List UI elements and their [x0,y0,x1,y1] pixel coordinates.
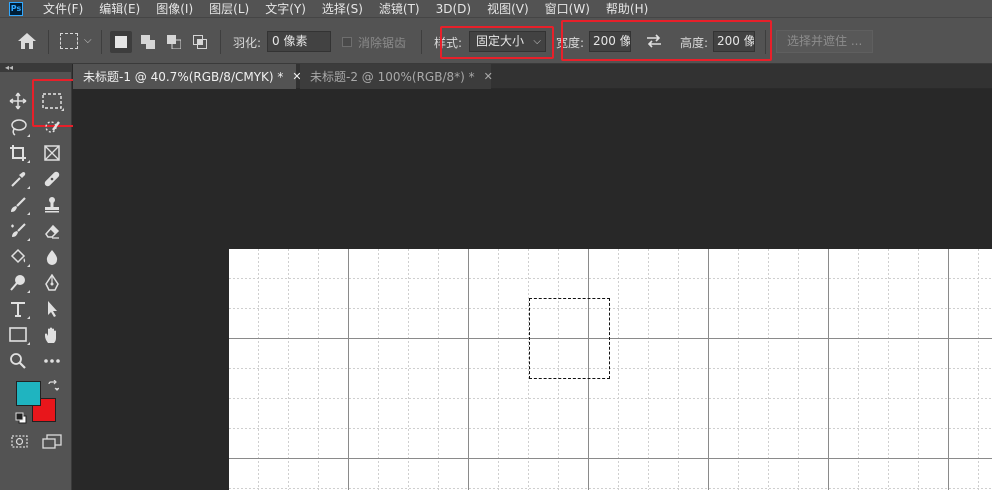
antialias-label: 消除锯齿 [358,36,407,50]
swap-colors-icon[interactable] [47,379,60,392]
highlight-box [440,26,554,59]
add-selection-button[interactable] [137,31,159,53]
crop-icon[interactable] [6,141,30,165]
brush-icon[interactable] [6,193,30,217]
move-icon[interactable] [6,89,30,113]
home-icon[interactable] [17,32,37,50]
feather-input[interactable]: 0 像素 [267,31,331,52]
history-brush-icon[interactable] [6,219,30,243]
zoom-icon[interactable] [6,349,30,373]
menu-select[interactable]: 选择(S) [322,2,363,16]
separator [101,30,102,54]
close-icon[interactable]: ✕ [484,70,493,83]
hand-icon[interactable] [40,323,64,347]
panel-collapse-button[interactable]: ◂◂ [0,64,72,72]
tab-label: 未标题-1 @ 40.7%(RGB/8/CMYK) * [83,70,284,84]
menu-window[interactable]: 窗口(W) [545,2,590,16]
bucket-icon[interactable] [6,245,30,269]
path-select-icon[interactable] [40,297,64,321]
separator [48,30,49,54]
select-and-mask-button[interactable]: 选择并遮住 ... [776,30,874,53]
tab-document-2[interactable]: 未标题-2 @ 100%(RGB/8*) * ✕ [300,64,493,89]
menu-3d[interactable]: 3D(D) [436,2,471,16]
rect-marquee-preset-icon[interactable] [60,33,78,49]
more-icon[interactable] [40,349,64,373]
photoshop-logo: Ps [9,1,23,16]
eraser-icon[interactable] [40,219,64,243]
menu-filter[interactable]: 滤镜(T) [379,2,420,16]
pen-icon[interactable] [40,271,64,295]
grid-overlay [229,249,992,490]
selection-marquee[interactable] [529,298,610,379]
menu-type[interactable]: 文字(Y) [265,2,306,16]
menu-bar: Ps 文件(F) 编辑(E) 图像(I) 图层(L) 文字(Y) 选择(S) 滤… [0,0,992,17]
foreground-color-swatch[interactable] [16,381,41,406]
default-colors-icon[interactable] [15,412,27,424]
tab-label: 未标题-2 @ 100%(RGB/8*) * [310,70,475,84]
separator [765,30,766,54]
stamp-icon[interactable] [40,193,64,217]
highlight-box [561,20,772,61]
lasso-icon[interactable] [6,115,30,139]
feather-label: 羽化: [233,36,262,50]
document-canvas[interactable] [229,249,992,490]
antialias-checkbox[interactable] [342,37,352,47]
chevron-down-icon[interactable]: ⌵ [84,35,92,46]
eyedropper-icon[interactable] [6,167,30,191]
subtract-selection-button[interactable] [163,31,185,53]
screen-mode-icon[interactable] [41,434,63,450]
dodge-icon[interactable] [6,271,30,295]
quick-mask-icon[interactable] [10,434,30,450]
new-selection-button[interactable] [110,31,132,53]
quick-select-icon[interactable] [40,115,64,139]
blur-icon[interactable] [40,245,64,269]
document-tabs: 未标题-1 @ 40.7%(RGB/8/CMYK) * ✕ 未标题-2 @ 10… [73,64,992,89]
menu-help[interactable]: 帮助(H) [606,2,648,16]
rectangle-icon[interactable] [6,323,30,347]
healing-icon[interactable] [40,167,64,191]
tab-document-1[interactable]: 未标题-1 @ 40.7%(RGB/8/CMYK) * ✕ [73,64,302,89]
canvas-workspace[interactable] [73,89,992,490]
intersect-selection-button[interactable] [189,31,211,53]
menu-layer[interactable]: 图层(L) [209,2,249,16]
separator [220,30,221,54]
type-icon[interactable] [6,297,30,321]
separator [421,30,422,54]
frame-icon[interactable] [40,141,64,165]
tools-panel [0,72,81,490]
menu-edit[interactable]: 编辑(E) [99,2,140,16]
menu-file[interactable]: 文件(F) [43,2,83,16]
menu-image[interactable]: 图像(I) [156,2,193,16]
options-bar: ⌵ 羽化: 0 像素 消除锯齿 样式: 固定大小 ⌵ 宽度: 200 像素 高度… [0,17,992,64]
menu-view[interactable]: 视图(V) [487,2,529,16]
